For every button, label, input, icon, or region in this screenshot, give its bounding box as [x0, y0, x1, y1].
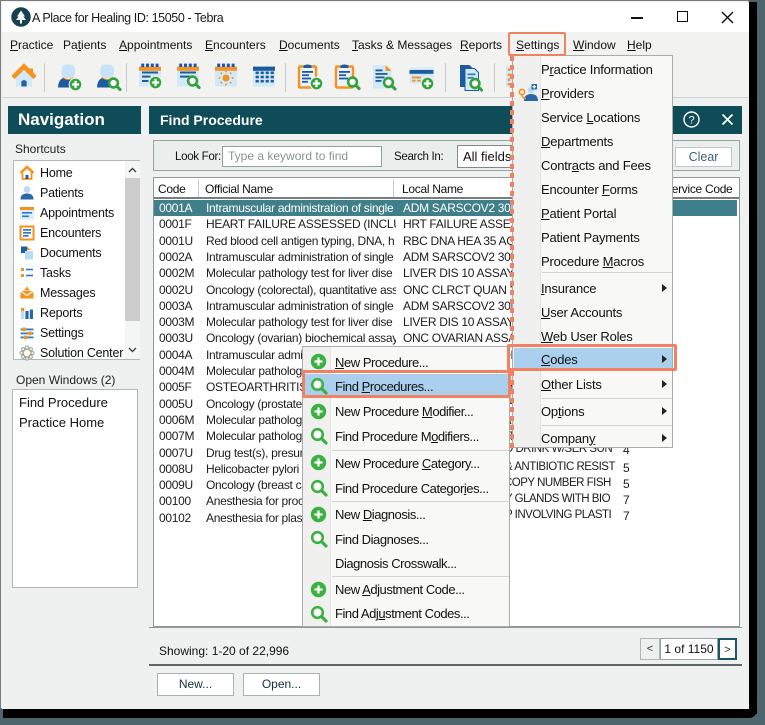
svg-text:?: ?: [688, 115, 694, 127]
